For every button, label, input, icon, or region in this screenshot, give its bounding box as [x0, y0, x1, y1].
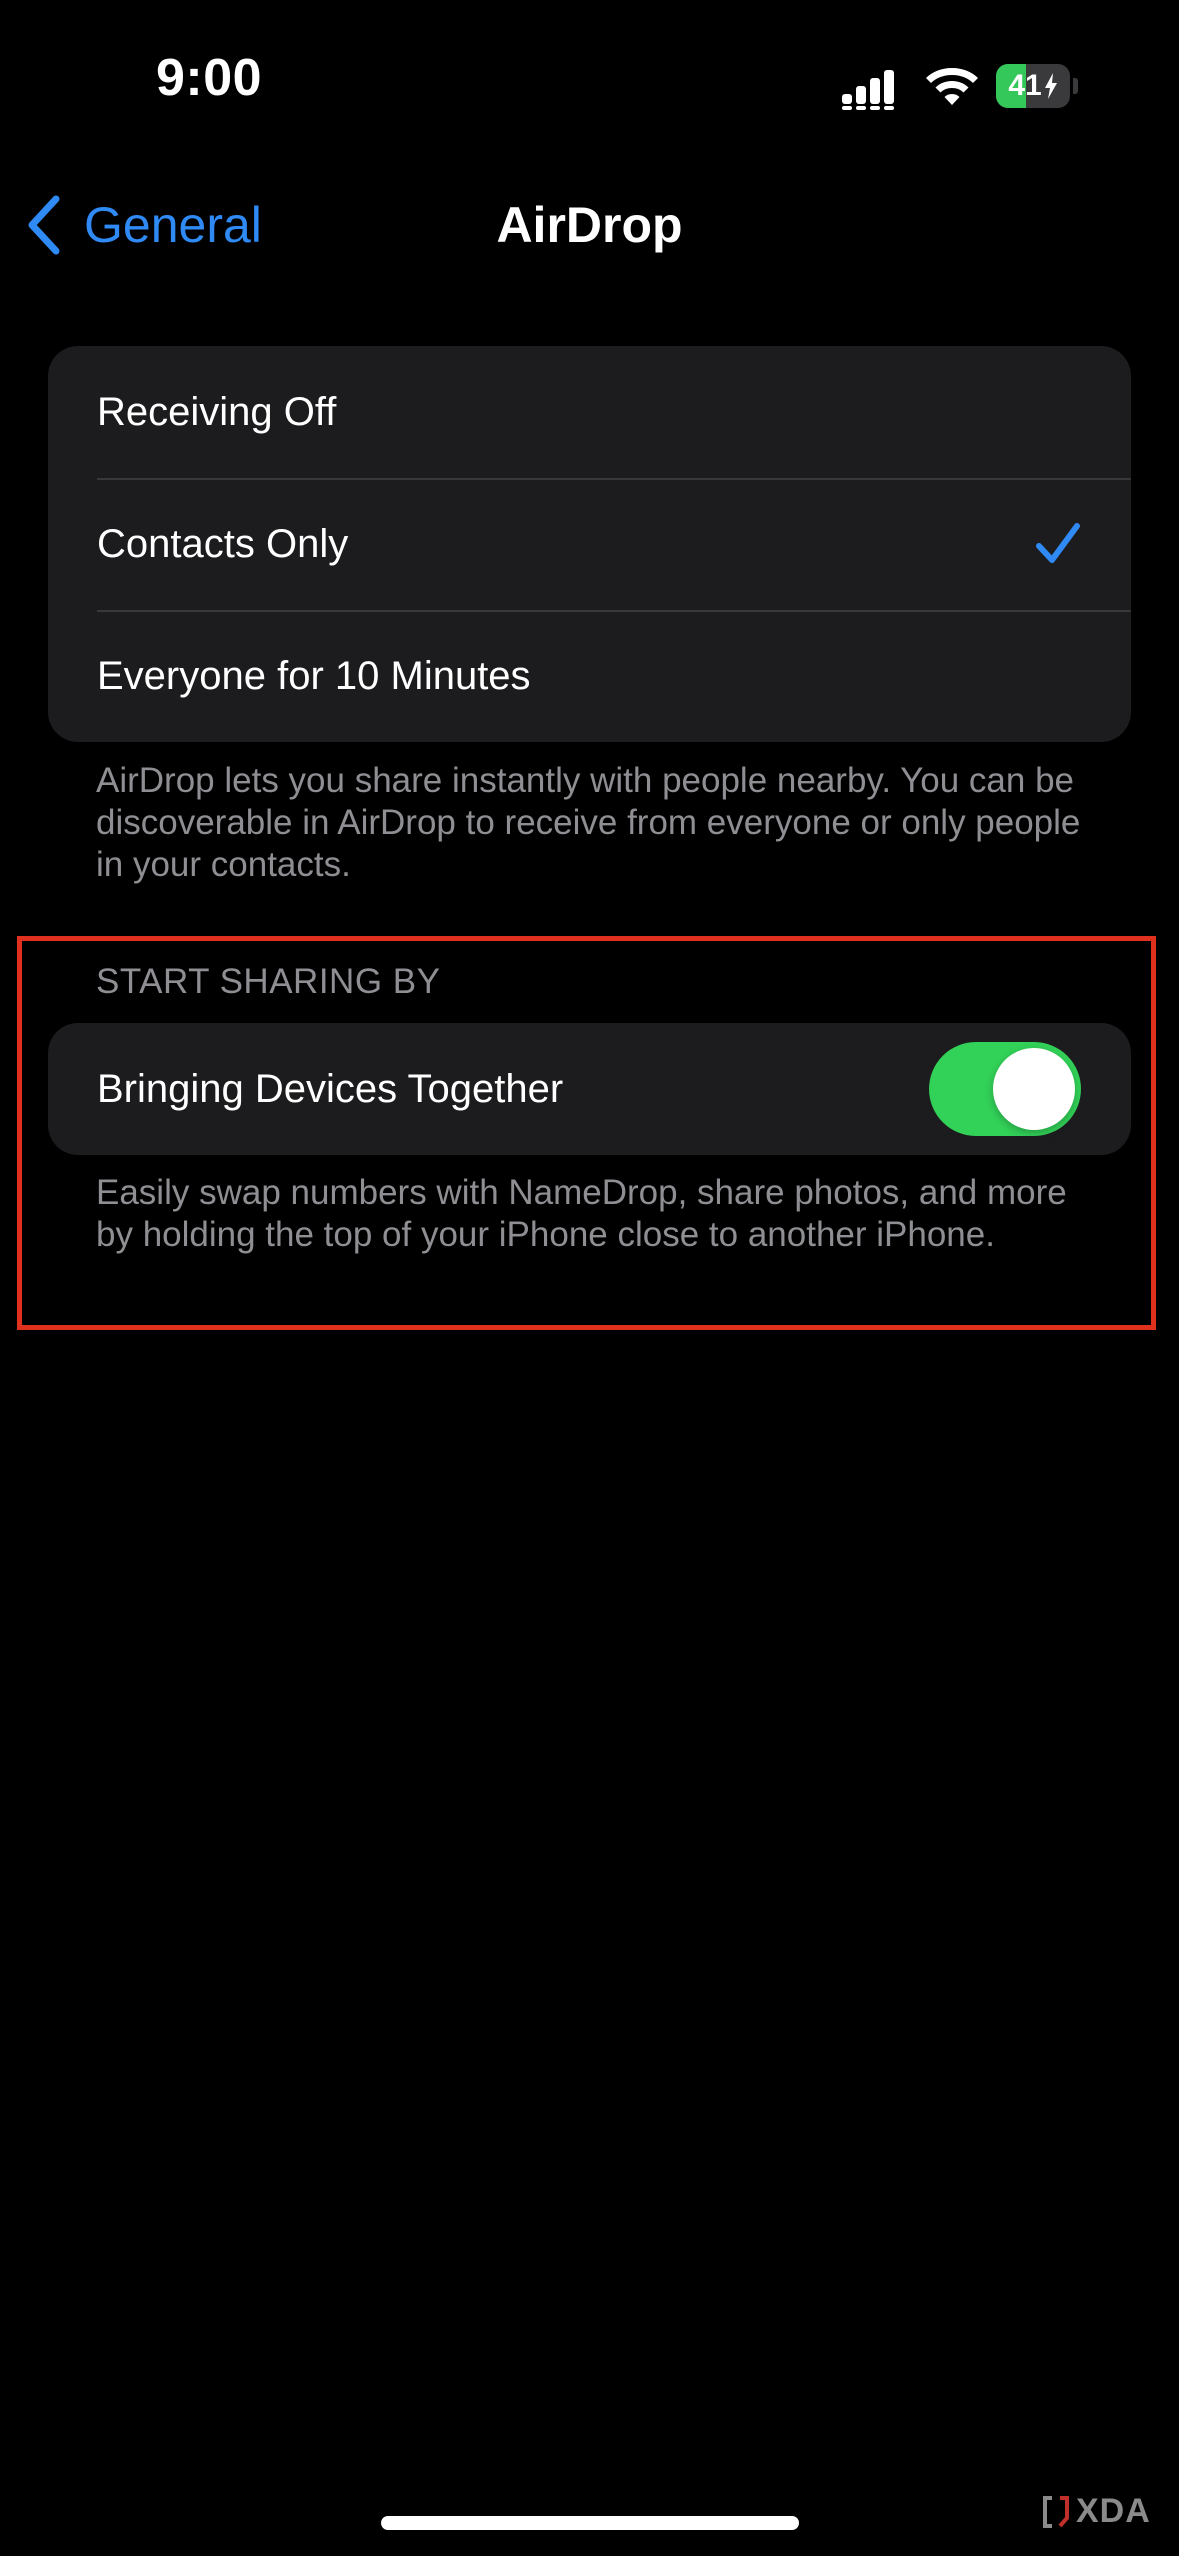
charging-bolt-icon [1044, 73, 1057, 99]
xda-logo-icon [1043, 2495, 1069, 2528]
section-header-start-sharing: START SHARING BY [96, 962, 441, 1001]
xda-watermark: XDA [1042, 2492, 1151, 2531]
cellular-signal-icon [842, 70, 894, 110]
toggle-label: Bringing Devices Together [97, 1066, 564, 1111]
bringing-devices-together-toggle[interactable] [929, 1042, 1081, 1136]
battery-percentage: 41 [1008, 69, 1042, 102]
home-indicator[interactable] [381, 2516, 799, 2530]
start-sharing-footer-text: Easily swap numbers with NameDrop, share… [96, 1173, 1067, 1254]
status-time: 9:00 [156, 49, 263, 107]
start-sharing-group: Bringing Devices Together [48, 1023, 1131, 1155]
bringing-devices-together-row: Bringing Devices Together [48, 1023, 1131, 1155]
wifi-icon [926, 68, 978, 105]
checkmark-icon [1036, 523, 1080, 563]
receiving-options-group: Receiving Off Contacts Only Everyone for… [48, 346, 1131, 742]
battery-charging-icon: 41 [996, 64, 1078, 108]
option-label: Receiving Off [97, 389, 337, 434]
option-label: Contacts Only [97, 521, 349, 566]
toggle-knob [993, 1048, 1075, 1130]
option-contacts-only[interactable]: Contacts Only [48, 478, 1131, 610]
back-button[interactable]: General [24, 190, 262, 260]
option-receiving-off[interactable]: Receiving Off [48, 346, 1131, 478]
option-everyone-10-minutes[interactable]: Everyone for 10 Minutes [48, 610, 1131, 742]
watermark-text: XDA [1076, 2492, 1151, 2530]
back-button-label: General [84, 197, 262, 253]
option-label: Everyone for 10 Minutes [97, 653, 531, 698]
receiving-footer-text: AirDrop lets you share instantly with pe… [96, 761, 1081, 884]
chevron-left-icon [28, 195, 60, 255]
